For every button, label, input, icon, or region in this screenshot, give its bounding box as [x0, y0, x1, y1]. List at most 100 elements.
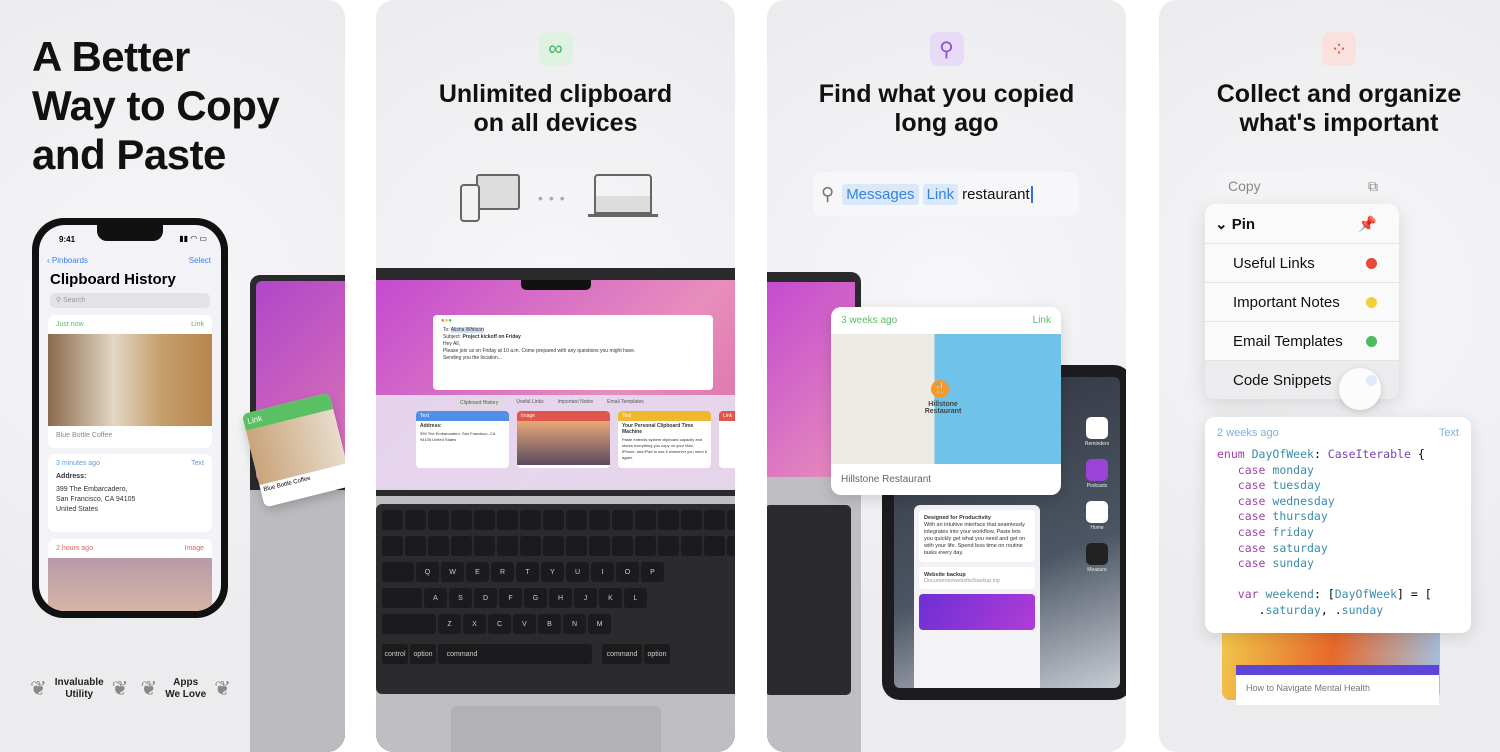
keyboard-key[interactable] — [589, 536, 610, 556]
app-icon-home[interactable]: Home — [1079, 501, 1115, 531]
search-token[interactable]: Link — [922, 183, 959, 205]
clip-card[interactable]: 3 minutes ago Text Address: 399 The Embar… — [48, 454, 212, 532]
keyboard-key[interactable]: A — [424, 588, 447, 608]
keyboard-key[interactable]: Z — [438, 614, 461, 634]
keyboard-key[interactable] — [658, 510, 679, 530]
keyboard-key[interactable] — [727, 510, 735, 530]
keyboard-key[interactable] — [382, 536, 403, 556]
keyboard-key[interactable] — [428, 510, 449, 530]
clip-card[interactable]: Image — [517, 411, 610, 468]
clip-card[interactable]: Text Your Personal Clipboard Time Machine… — [618, 411, 711, 468]
keyboard-key[interactable] — [589, 510, 610, 530]
keyboard-key[interactable] — [704, 510, 725, 530]
pin-menu-header[interactable]: ⌄ Pin 📌 — [1205, 204, 1399, 243]
keyboard-key[interactable]: R — [491, 562, 514, 582]
keyboard-key[interactable] — [382, 510, 403, 530]
keyboard-key[interactable]: G — [524, 588, 547, 608]
keyboard-key[interactable] — [681, 510, 702, 530]
keyboard-key[interactable]: U — [566, 562, 589, 582]
keyboard-key[interactable] — [405, 510, 426, 530]
keyboard-key[interactable]: P — [641, 562, 664, 582]
clip-card[interactable]: Just now Link Blue Bottle Coffee — [48, 315, 212, 448]
keyboard-key[interactable] — [482, 644, 592, 664]
keyboard-key[interactable]: H — [549, 588, 572, 608]
clip-card[interactable]: 2 hours ago Image — [48, 539, 212, 611]
keyboard-key[interactable] — [497, 536, 518, 556]
tab-important-notes[interactable]: Important Notes — [558, 399, 594, 407]
keyboard-key[interactable] — [382, 588, 422, 608]
keyboard-key[interactable]: B — [538, 614, 561, 634]
keyboard-key[interactable]: W — [441, 562, 464, 582]
keyboard-key[interactable]: D — [474, 588, 497, 608]
keyboard-key[interactable]: S — [449, 588, 472, 608]
keyboard-key[interactable]: option — [410, 644, 436, 664]
pinboard-menu-item[interactable]: Useful Links — [1205, 243, 1399, 282]
clip-card[interactable]: Text Address: 399 The Embarcadero, San Fra… — [416, 411, 509, 468]
keyboard-key[interactable] — [635, 510, 656, 530]
clip-card[interactable]: Link — [719, 411, 735, 468]
search-result-card[interactable]: 3 weeks ago Link 🍴 Hillstone Restaurant H… — [831, 307, 1061, 495]
keyboard-key[interactable]: V — [513, 614, 536, 634]
keyboard-key[interactable] — [704, 536, 725, 556]
keyboard-key[interactable]: option — [644, 644, 670, 664]
app-icon-podcasts[interactable]: Podcasts — [1079, 459, 1115, 489]
clip-card[interactable]: Website backup Documents/website/backup.z… — [919, 567, 1035, 589]
keyboard-key[interactable]: M — [588, 614, 611, 634]
keyboard-key[interactable] — [451, 510, 472, 530]
keyboard-key[interactable] — [566, 536, 587, 556]
keyboard-key[interactable]: Y — [541, 562, 564, 582]
keyboard-key[interactable] — [520, 536, 541, 556]
keyboard-key[interactable]: command — [602, 644, 642, 664]
keyboard-key[interactable] — [612, 536, 633, 556]
trackpad[interactable] — [451, 706, 661, 752]
keyboard-key[interactable]: Q — [416, 562, 439, 582]
keyboard-key[interactable] — [451, 536, 472, 556]
keyboard-key[interactable]: K — [599, 588, 622, 608]
keyboard-key[interactable] — [474, 510, 495, 530]
keyboard-key[interactable]: N — [563, 614, 586, 634]
tab-email-templates[interactable]: Email Templates — [607, 399, 644, 407]
keyboard-key[interactable]: command — [438, 644, 486, 664]
keyboard-key[interactable]: C — [488, 614, 511, 634]
keyboard-key[interactable] — [612, 510, 633, 530]
keyboard-key[interactable] — [428, 536, 449, 556]
keyboard-key[interactable] — [727, 536, 735, 556]
app-icon-measure[interactable]: Measure — [1079, 543, 1115, 573]
select-button[interactable]: Select — [189, 256, 211, 265]
search-input[interactable]: ⚲ Messages Link restaurant — [813, 172, 1079, 216]
search-token[interactable]: Messages — [842, 183, 919, 205]
keyboard-key[interactable]: X — [463, 614, 486, 634]
keyboard-key[interactable]: I — [591, 562, 614, 582]
pinboard-menu-item[interactable]: Important Notes — [1205, 282, 1399, 321]
keyboard-key[interactable] — [681, 536, 702, 556]
keyboard-key[interactable] — [497, 510, 518, 530]
code-snippet-card[interactable]: 2 weeks ago Text enum DayOfWeek: CaseIter… — [1205, 417, 1471, 633]
keyboard-key[interactable] — [543, 510, 564, 530]
tab-clipboard-history[interactable]: Clipboard History — [456, 399, 503, 407]
code-line: case monday — [1217, 463, 1459, 479]
keyboard-key[interactable]: T — [516, 562, 539, 582]
keyboard-key[interactable] — [635, 536, 656, 556]
app-icon-reminders[interactable]: Reminders — [1079, 417, 1115, 447]
keyboard-key[interactable] — [382, 562, 414, 582]
clip-card[interactable]: Designed for Productivity With an intuiti… — [919, 510, 1035, 562]
keyboard-key[interactable]: O — [616, 562, 639, 582]
keyboard-key[interactable] — [566, 510, 587, 530]
keyboard-key[interactable]: E — [466, 562, 489, 582]
keyboard-key[interactable] — [474, 536, 495, 556]
search-input[interactable]: ⚲ Search — [50, 293, 210, 308]
keyboard-key[interactable] — [405, 536, 426, 556]
back-button[interactable]: ‹ Pinboards — [47, 256, 88, 265]
keyboard-key[interactable] — [658, 536, 679, 556]
app-icons: Reminders Podcasts Home Measure — [1079, 417, 1115, 585]
keyboard-key[interactable] — [543, 536, 564, 556]
tab-useful-links[interactable]: Useful Links — [516, 399, 543, 407]
keyboard-key[interactable] — [382, 614, 436, 634]
keyboard-key[interactable]: F — [499, 588, 522, 608]
code-token: : — [1313, 447, 1328, 461]
pinboard-menu-item[interactable]: Email Templates — [1205, 321, 1399, 360]
keyboard-key[interactable]: control — [382, 644, 408, 664]
keyboard-key[interactable]: J — [574, 588, 597, 608]
keyboard-key[interactable] — [520, 510, 541, 530]
keyboard-key[interactable]: L — [624, 588, 647, 608]
